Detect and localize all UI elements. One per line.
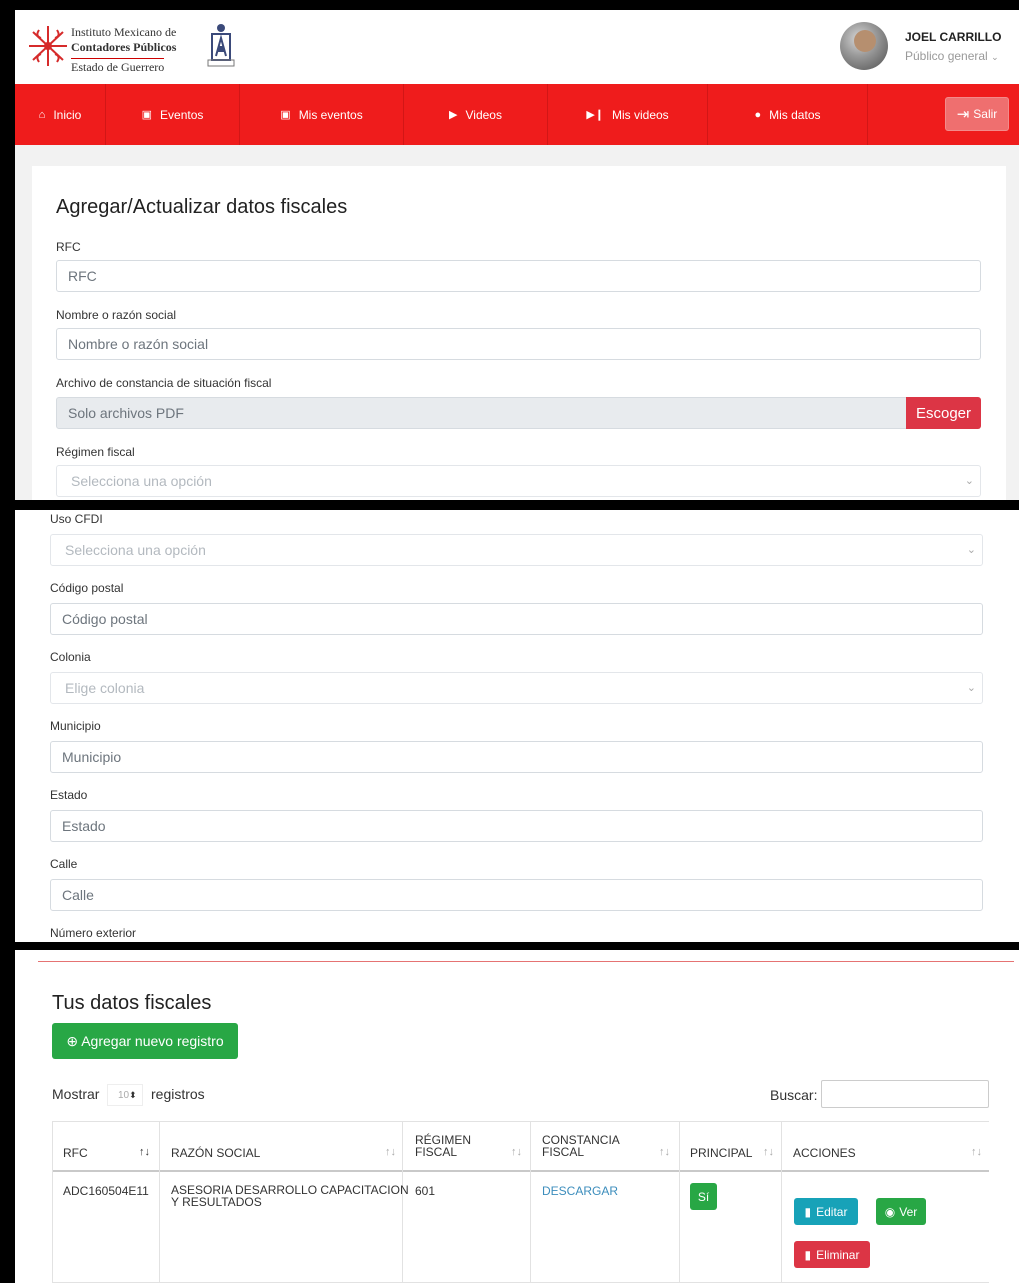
sort-icon[interactable]: ↑↓	[763, 1146, 774, 1158]
rfc-input[interactable]: RFC	[56, 260, 981, 292]
nav-item-mis-videos[interactable]: ▶❙ Mis videos	[548, 84, 708, 145]
rfc-label: RFC	[56, 240, 81, 254]
sort-icon[interactable]: ↑↓	[511, 1146, 522, 1158]
sort-updown-icon: ⬍	[129, 1090, 137, 1100]
razon-social-label: Nombre o razón social	[56, 308, 177, 322]
col-divider	[159, 1121, 160, 1283]
eye-icon: ◉	[884, 1204, 896, 1219]
download-constancia-link[interactable]: DESCARGAR	[542, 1184, 618, 1198]
nav-item-mis-datos[interactable]: ● Mis datos	[708, 84, 868, 145]
col-header-razon-social[interactable]: RAZÓN SOCIAL	[171, 1147, 260, 1159]
col-divider	[679, 1121, 680, 1283]
codigo-postal-label: Código postal	[50, 581, 124, 595]
colonia-select[interactable]: Elige colonia ⌄	[50, 672, 983, 704]
sort-icon[interactable]: ↑↓	[659, 1146, 670, 1158]
municipio-input[interactable]: Municipio	[50, 741, 983, 773]
nav-item-inicio[interactable]: ⌂ Inicio	[15, 84, 106, 145]
form-title: Agregar/Actualizar datos fiscales	[56, 196, 348, 218]
edit-button[interactable]: ▮ Editar	[794, 1198, 858, 1225]
org-name-line3: Estado de Guerrero	[71, 58, 165, 74]
calendar-icon: ▣	[141, 109, 153, 121]
col-header-regimen[interactable]: RÉGIMEN FISCAL	[415, 1134, 471, 1158]
search-input[interactable]	[821, 1080, 989, 1108]
regimen-label: Régimen fiscal	[56, 445, 135, 459]
calle-input[interactable]: Calle	[50, 879, 983, 911]
regimen-select[interactable]: Selecciona una opción ⌄	[56, 465, 981, 497]
user-avatar[interactable]	[840, 22, 888, 70]
main-nav: ⌂ Inicio ▣ Eventos ▣ Mis eventos ▶ Videos ▶❙…	[15, 84, 1019, 145]
logout-button[interactable]: ⇥ Salir	[945, 97, 1009, 131]
org-logo[interactable]: Instituto Mexicano de Contadores Público…	[27, 18, 267, 78]
choose-file-button[interactable]: Escoger	[906, 397, 981, 429]
play-icon: ▶	[449, 109, 458, 121]
municipio-label: Municipio	[50, 719, 101, 733]
user-name[interactable]: JOEL CARRILLO	[905, 30, 1001, 44]
crest-icon	[207, 24, 235, 67]
codigo-postal-input[interactable]: Código postal	[50, 603, 983, 635]
file-input[interactable]: Solo archivos PDF	[56, 397, 907, 429]
archivo-label: Archivo de constancia de situación fisca…	[56, 376, 272, 390]
search-label: Buscar:	[770, 1087, 818, 1103]
add-record-button[interactable]: ⊕ Agregar nuevo registro	[52, 1023, 238, 1059]
table-header-border	[52, 1170, 989, 1172]
uso-cfdi-label: Uso CFDI	[50, 512, 103, 526]
view-button[interactable]: ◉ Ver	[876, 1198, 926, 1225]
page-length-select[interactable]: 10⬍	[107, 1084, 143, 1106]
chevron-down-icon: ⌄	[991, 52, 999, 62]
col-header-constancia[interactable]: CONSTANCIA FISCAL	[542, 1134, 620, 1158]
sort-asc-icon[interactable]: ↑↓	[139, 1146, 150, 1158]
col-header-principal[interactable]: PRINCIPAL	[690, 1147, 752, 1159]
chevron-down-icon: ⌄	[966, 682, 976, 694]
screenshot-part-top: Instituto Mexicano de Contadores Público…	[15, 10, 1019, 500]
user-role-dropdown[interactable]: Público general ⌄	[905, 49, 999, 63]
calendar-check-icon: ▣	[280, 109, 291, 121]
table-top-border	[52, 1121, 989, 1122]
home-icon: ⌂	[38, 108, 46, 121]
principal-badge: Sí	[690, 1183, 717, 1210]
col-divider	[530, 1121, 531, 1283]
show-label: Mostrar	[52, 1086, 100, 1102]
chevron-down-icon: ⌄	[964, 475, 974, 487]
fiscal-form-card: Agregar/Actualizar datos fiscales RFC RF…	[32, 166, 1006, 500]
user-circle-icon: ●	[754, 108, 762, 121]
col-header-rfc[interactable]: RFC	[63, 1147, 88, 1159]
sign-out-icon: ⇥	[956, 106, 970, 123]
col-divider	[781, 1121, 782, 1283]
delete-button[interactable]: ▮ Eliminar	[794, 1241, 870, 1268]
org-name-line2: Contadores Públicos	[71, 40, 177, 54]
colonia-label: Colonia	[50, 650, 91, 664]
records-label: registros	[151, 1086, 205, 1102]
card-top-border	[38, 961, 1014, 962]
top-header: Instituto Mexicano de Contadores Público…	[15, 10, 1019, 84]
numero-exterior-label: Número exterior	[50, 926, 137, 940]
col-divider	[52, 1121, 53, 1283]
uso-cfdi-select[interactable]: Selecciona una opción ⌄	[50, 534, 983, 566]
nav-item-eventos[interactable]: ▣ Eventos	[106, 84, 240, 145]
screenshot-part-bottom: Tus datos fiscales ⊕ Agregar nuevo regis…	[15, 950, 1019, 1283]
cell-rfc: ADC160504E11	[63, 1184, 149, 1198]
trash-icon: ▮	[804, 1247, 812, 1262]
file-icon: ▮	[804, 1204, 812, 1219]
sort-icon[interactable]: ↑↓	[971, 1146, 982, 1158]
screenshot-part-middle: Uso CFDI Selecciona una opción ⌄ Código …	[15, 510, 1019, 942]
table-title: Tus datos fiscales	[52, 992, 212, 1014]
cell-razon-social: ASESORIA DESARROLLO CAPACITACION Y RESULT…	[171, 1183, 409, 1209]
play-pause-icon: ▶❙	[586, 109, 604, 121]
sort-icon[interactable]: ↑↓	[385, 1146, 396, 1158]
estado-label: Estado	[50, 788, 88, 802]
chevron-down-icon: ⌄	[966, 544, 976, 556]
nav-item-videos[interactable]: ▶ Videos	[404, 84, 548, 145]
estado-input[interactable]: Estado	[50, 810, 983, 842]
nav-item-mis-eventos[interactable]: ▣ Mis eventos	[240, 84, 404, 145]
org-name-line1: Instituto Mexicano de	[71, 25, 177, 39]
col-header-acciones[interactable]: ACCIONES	[793, 1147, 856, 1159]
razon-social-input[interactable]: Nombre o razón social	[56, 328, 981, 360]
calle-label: Calle	[50, 857, 78, 871]
sunburst-logo-icon	[29, 26, 67, 66]
cell-regimen: 601	[415, 1184, 436, 1198]
